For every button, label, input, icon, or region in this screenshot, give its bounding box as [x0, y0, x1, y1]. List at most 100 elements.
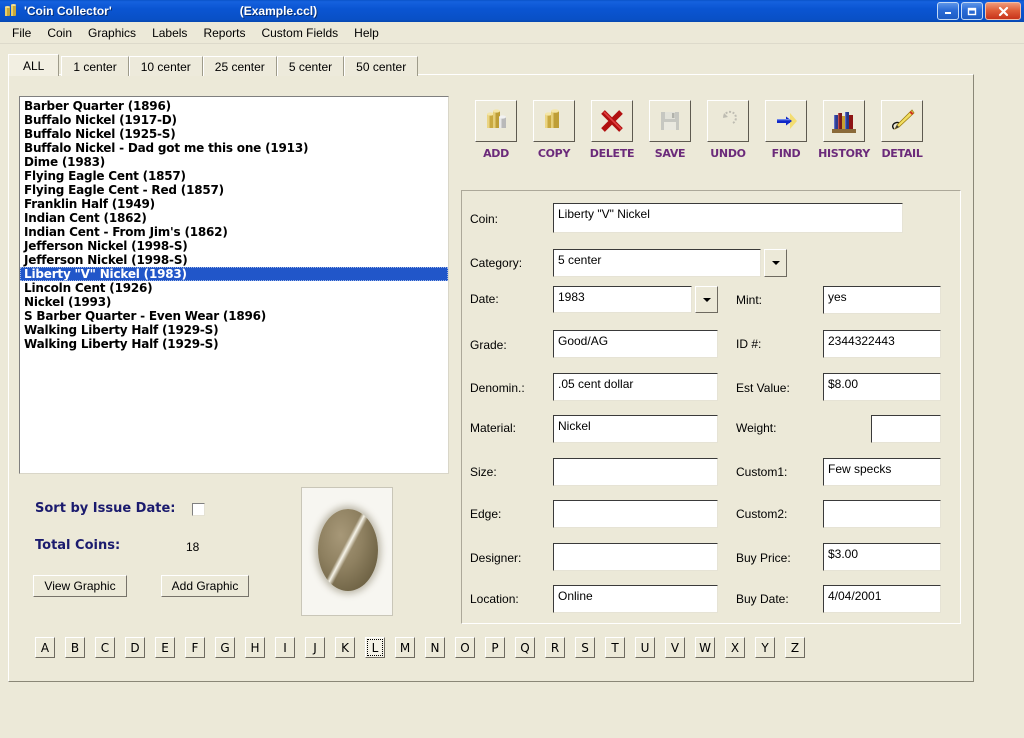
menu-item-labels[interactable]: Labels [144, 24, 195, 42]
alphabet-button-a[interactable]: A [35, 637, 55, 658]
edge-input[interactable] [553, 500, 718, 528]
alphabet-button-x[interactable]: X [725, 637, 745, 658]
toolbar-item-copy[interactable]: COPY [525, 100, 583, 160]
menu-item-file[interactable]: File [4, 24, 39, 42]
list-item[interactable]: S Barber Quarter - Even Wear (1896) [20, 309, 448, 323]
alphabet-button-i[interactable]: I [275, 637, 295, 658]
list-item[interactable]: Buffalo Nickel (1925-S) [20, 127, 448, 141]
list-item[interactable]: Indian Cent - From Jim's (1862) [20, 225, 448, 239]
alphabet-button-m[interactable]: M [395, 637, 415, 658]
copy-button[interactable] [533, 100, 575, 142]
alphabet-button-f[interactable]: F [185, 637, 205, 658]
alphabet-button-j[interactable]: J [305, 637, 325, 658]
list-item[interactable]: Nickel (1993) [20, 295, 448, 309]
history-button[interactable] [823, 100, 865, 142]
alphabet-button-k[interactable]: K [335, 637, 355, 658]
category-combo-value[interactable]: 5 center [553, 249, 761, 277]
undo-button[interactable] [707, 100, 749, 142]
alphabet-button-q[interactable]: Q [515, 637, 535, 658]
toolbar-item-detail[interactable]: DETAIL [873, 100, 931, 160]
date-chevron-down-icon[interactable] [695, 286, 718, 313]
alphabet-button-t[interactable]: T [605, 637, 625, 658]
list-item[interactable]: Buffalo Nickel - Dad got me this one (19… [20, 141, 448, 155]
alphabet-button-p[interactable]: P [485, 637, 505, 658]
maximize-button[interactable] [961, 2, 983, 20]
alphabet-button-h[interactable]: H [245, 637, 265, 658]
alphabet-button-z[interactable]: Z [785, 637, 805, 658]
find-button[interactable] [765, 100, 807, 142]
alphabet-button-w[interactable]: W [695, 637, 715, 658]
coin-photo[interactable] [301, 487, 393, 616]
list-item[interactable]: Barber Quarter (1896) [20, 99, 448, 113]
menu-item-custom-fields[interactable]: Custom Fields [253, 24, 346, 42]
material-input[interactable]: Nickel [553, 415, 718, 443]
tab-50-center[interactable]: 50 center [344, 56, 418, 76]
location-input[interactable]: Online [553, 585, 718, 613]
alphabet-button-c[interactable]: C [95, 637, 115, 658]
alphabet-button-d[interactable]: D [125, 637, 145, 658]
date-combo-value[interactable]: 1983 [553, 286, 692, 313]
size-input[interactable] [553, 458, 718, 486]
list-item[interactable]: Lincoln Cent (1926) [20, 281, 448, 295]
toolbar-item-history[interactable]: HISTORY [815, 100, 873, 160]
denomination-input[interactable]: .05 cent dollar [553, 373, 718, 401]
list-item[interactable]: Franklin Half (1949) [20, 197, 448, 211]
alphabet-button-r[interactable]: R [545, 637, 565, 658]
list-item[interactable]: Buffalo Nickel (1917-D) [20, 113, 448, 127]
est-value-input[interactable]: $8.00 [823, 373, 941, 401]
mint-input[interactable]: yes [823, 286, 941, 314]
alphabet-button-g[interactable]: G [215, 637, 235, 658]
detail-button[interactable] [881, 100, 923, 142]
coin-list[interactable]: Barber Quarter (1896)Buffalo Nickel (191… [19, 96, 449, 474]
list-item[interactable]: Jefferson Nickel (1998-S) [20, 239, 448, 253]
menu-item-coin[interactable]: Coin [39, 24, 80, 42]
toolbar-item-add[interactable]: ADD [467, 100, 525, 160]
list-item[interactable]: Flying Eagle Cent (1857) [20, 169, 448, 183]
custom1-input[interactable]: Few specks [823, 458, 941, 486]
save-button[interactable] [649, 100, 691, 142]
grade-input[interactable]: Good/AG [553, 330, 718, 358]
list-item[interactable]: Liberty "V" Nickel (1983) [20, 267, 448, 281]
buy-price-input[interactable]: $3.00 [823, 543, 941, 571]
list-item[interactable]: Jefferson Nickel (1998-S) [20, 253, 448, 267]
alphabet-button-v[interactable]: V [665, 637, 685, 658]
alphabet-button-l[interactable]: L [365, 637, 385, 658]
alphabet-button-e[interactable]: E [155, 637, 175, 658]
sort-by-issue-date-checkbox[interactable] [192, 503, 205, 516]
date-combo[interactable]: 1983 [553, 286, 718, 313]
tab-5-center[interactable]: 5 center [277, 56, 344, 76]
list-item[interactable]: Walking Liberty Half (1929-S) [20, 337, 448, 351]
chevron-down-icon[interactable] [764, 249, 787, 277]
minimize-button[interactable] [937, 2, 959, 20]
delete-button[interactable] [591, 100, 633, 142]
toolbar-item-delete[interactable]: DELETE [583, 100, 641, 160]
list-item[interactable]: Walking Liberty Half (1929-S) [20, 323, 448, 337]
list-item[interactable]: Flying Eagle Cent - Red (1857) [20, 183, 448, 197]
toolbar-item-undo[interactable]: UNDO [699, 100, 757, 160]
designer-input[interactable] [553, 543, 718, 571]
close-button[interactable] [985, 2, 1021, 20]
buy-date-input[interactable]: 4/04/2001 [823, 585, 941, 613]
view-graphic-button[interactable]: View Graphic [33, 575, 127, 597]
menu-item-help[interactable]: Help [346, 24, 387, 42]
custom2-input[interactable] [823, 500, 941, 528]
toolbar-item-save[interactable]: SAVE [641, 100, 699, 160]
tab-10-center[interactable]: 10 center [129, 56, 203, 76]
menu-item-graphics[interactable]: Graphics [80, 24, 144, 42]
alphabet-button-b[interactable]: B [65, 637, 85, 658]
add-graphic-button[interactable]: Add Graphic [161, 575, 249, 597]
menu-item-reports[interactable]: Reports [195, 24, 253, 42]
alphabet-button-o[interactable]: O [455, 637, 475, 658]
add-button[interactable] [475, 100, 517, 142]
alphabet-button-n[interactable]: N [425, 637, 445, 658]
alphabet-button-s[interactable]: S [575, 637, 595, 658]
toolbar-item-find[interactable]: FIND [757, 100, 815, 160]
alphabet-button-y[interactable]: Y [755, 637, 775, 658]
coin-input[interactable]: Liberty "V" Nickel [553, 203, 903, 233]
id-input[interactable]: 2344322443 [823, 330, 941, 358]
tab-25-center[interactable]: 25 center [203, 56, 277, 76]
alphabet-button-u[interactable]: U [635, 637, 655, 658]
tab-all[interactable]: ALL [8, 54, 59, 76]
weight-input[interactable] [871, 415, 941, 443]
tab-1-center[interactable]: 1 center [61, 56, 128, 76]
